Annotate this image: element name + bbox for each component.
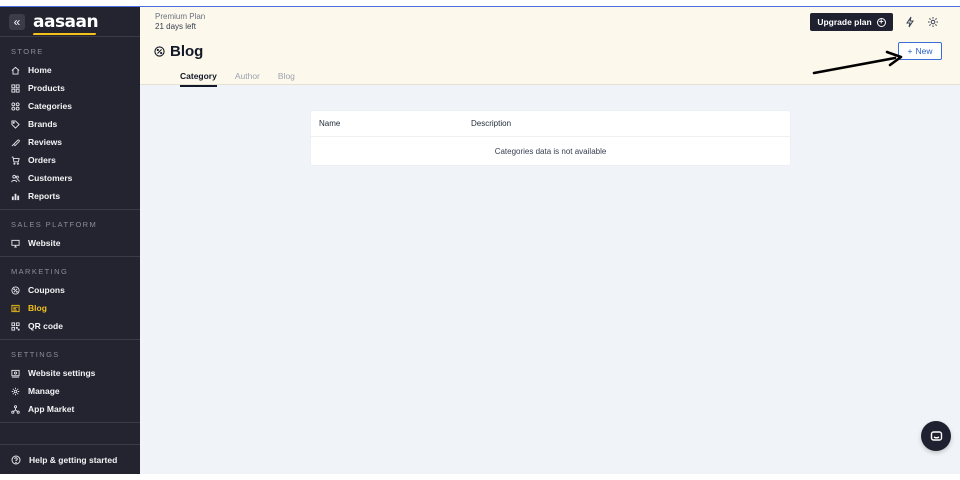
reviews-icon [11,139,20,146]
empty-state-message: Categories data is not available [494,146,607,156]
column-description-header: Description [471,119,512,128]
sidebar-item-label: Brands [28,119,58,129]
sidebar-section-settings: SETTINGS Website settings Manage App Mar… [0,340,140,423]
sidebar-item-label: Customers [28,173,73,183]
sidebar-section-sales-platform: SALES PLATFORM Website [0,210,140,257]
sidebar-item-label: Blog [28,303,47,313]
sidebar-item-label: QR code [28,321,63,331]
table-header: Name Description [311,111,790,137]
sidebar-item-label: Categories [28,101,72,111]
categories-table: Name Description Categories data is not … [311,111,790,165]
categories-icon [11,101,20,111]
sidebar-item-coupons[interactable]: Coupons [0,281,140,299]
sidebar-item-app-market[interactable]: App Market [0,400,140,418]
plan-name: Premium Plan [155,12,206,21]
sidebar-item-reviews[interactable]: Reviews [0,133,140,151]
sidebar-item-website[interactable]: Website [0,234,140,252]
monitor-icon [11,239,20,248]
sidebar-item-blog[interactable]: Blog [0,299,140,317]
settings-gear-icon[interactable] [927,16,939,28]
sidebar-item-label: Manage [28,386,60,396]
brand-logo: aasaan [33,11,99,32]
sidebar-item-label: Products [28,83,65,93]
sidebar-section-marketing: MARKETING Coupons Blog QR code [0,257,140,340]
help-link[interactable]: Help & getting started [0,444,140,474]
section-title: SALES PLATFORM [11,220,98,229]
main-content: Premium Plan 21 days left Upgrade plan +… [140,7,960,474]
home-icon [11,66,20,75]
collapse-sidebar-button[interactable]: « [9,13,25,30]
app-window: « aasaan STORE Home Products Categories … [0,6,960,474]
reports-icon [11,193,20,200]
tag-icon [11,119,20,129]
blog-tabs: Category Author Blog [180,71,313,87]
sidebar-item-label: Website settings [28,368,96,378]
upgrade-label: Upgrade plan [817,17,872,27]
page-title-text: Blog [170,43,204,60]
blog-icon [11,304,20,312]
sidebar-item-label: Orders [28,155,56,165]
section-title: STORE [11,47,44,56]
plus-circle-icon: + [876,17,886,27]
sidebar-item-home[interactable]: Home [0,61,140,79]
sidebar-item-customers[interactable]: Customers [0,169,140,187]
coupon-icon [11,285,20,295]
sidebar-item-website-settings[interactable]: Website settings [0,364,140,382]
plan-days-left: 21 days left [155,22,196,31]
sidebar-item-label: App Market [28,404,75,414]
sidebar: « aasaan STORE Home Products Categories … [0,7,140,474]
new-label: New [915,46,933,56]
gear-icon [11,387,20,395]
sidebar-item-categories[interactable]: Categories [0,97,140,115]
page-header: Premium Plan 21 days left Upgrade plan +… [140,7,960,87]
website-settings-icon [11,369,20,378]
tab-author[interactable]: Author [235,71,260,87]
column-name-header: Name [319,119,341,128]
sidebar-item-manage[interactable]: Manage [0,382,140,400]
tab-blog[interactable]: Blog [278,71,295,87]
annotation-arrow [812,50,903,75]
lightning-icon[interactable] [904,16,916,28]
upgrade-plan-button[interactable]: Upgrade plan + [810,13,893,31]
cart-icon [11,156,20,165]
customers-icon [11,174,20,182]
sidebar-item-label: Reports [28,191,61,201]
sidebar-section-store: STORE Home Products Categories Brands Re… [0,37,140,210]
sidebar-item-orders[interactable]: Orders [0,151,140,169]
sidebar-item-label: Reviews [28,137,63,147]
plan-info: Premium Plan 21 days left [155,12,205,32]
chat-button[interactable] [921,421,951,451]
sidebar-brand: « aasaan [0,7,140,37]
section-title: MARKETING [11,267,69,276]
sidebar-item-label: Coupons [28,285,65,295]
sidebar-item-qr-code[interactable]: QR code [0,317,140,335]
help-label: Help & getting started [29,454,118,465]
sidebar-item-reports[interactable]: Reports [0,187,140,205]
blog-title-icon [154,46,165,57]
help-icon [11,455,21,464]
products-icon [11,83,20,93]
qr-icon [11,321,20,331]
sidebar-item-label: Home [28,65,52,75]
page-title: Blog [154,43,203,60]
chat-icon [930,430,942,441]
section-title: SETTINGS [11,350,60,359]
app-market-icon [11,404,20,414]
tab-category[interactable]: Category [180,71,217,87]
sidebar-item-brands[interactable]: Brands [0,115,140,133]
sidebar-item-products[interactable]: Products [0,79,140,97]
sidebar-item-label: Website [28,238,61,248]
